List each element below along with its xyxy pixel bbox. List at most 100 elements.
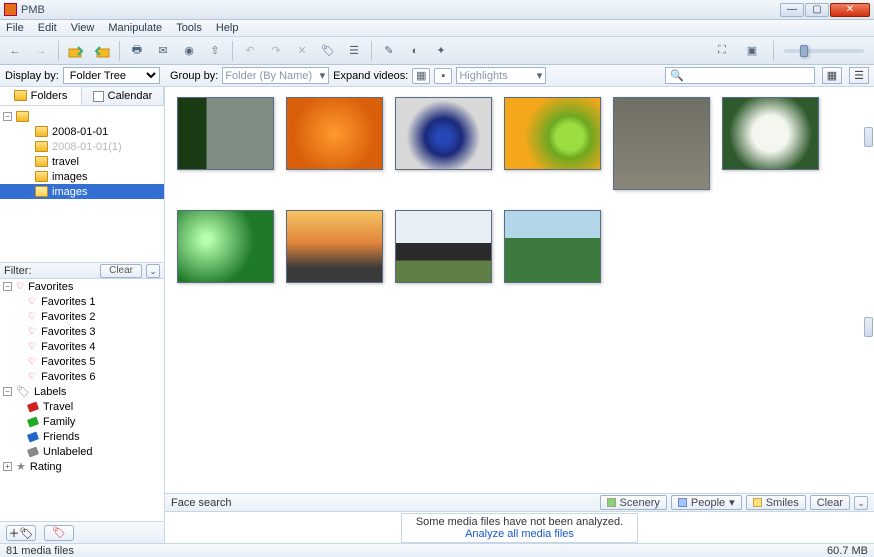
collapse-icon[interactable]: − [3, 112, 12, 121]
filter-clear-button[interactable]: Clear [100, 264, 142, 278]
collapse-icon[interactable]: − [3, 282, 12, 291]
highlights-select[interactable]: Highlights [456, 67, 546, 84]
forward-button[interactable]: → [30, 40, 52, 62]
thumbnail[interactable] [613, 97, 710, 190]
tree-root[interactable]: − [0, 109, 164, 124]
thumbnail[interactable] [177, 210, 274, 283]
display-by-label: Display by: [5, 70, 59, 82]
group-by-select[interactable]: Folder (By Name) [222, 67, 329, 84]
label-item[interactable]: Unlabeled [0, 444, 164, 459]
expand-videos-on-icon[interactable]: ▦ [412, 68, 430, 84]
favorites-item[interactable]: ♡Favorites 3 [0, 324, 164, 339]
slideshow-button[interactable]: ▣ [741, 40, 763, 62]
menu-manipulate[interactable]: Manipulate [108, 22, 162, 34]
tab-folders[interactable]: Folders [0, 87, 82, 105]
maximize-button[interactable]: ▢ [805, 3, 829, 17]
menu-view[interactable]: View [71, 22, 95, 34]
scroll-marker[interactable] [864, 127, 873, 147]
thumbnail[interactable] [395, 210, 492, 283]
group-by-label: Group by: [170, 70, 218, 82]
expand-icon[interactable]: + [3, 462, 12, 471]
favorites-item-label: Favorites 5 [41, 356, 95, 368]
labels-group-header[interactable]: −🏷Labels [0, 384, 164, 399]
mail-button[interactable]: ✉ [152, 40, 174, 62]
menu-edit[interactable]: Edit [38, 22, 57, 34]
face-clear-button[interactable]: Clear [810, 495, 850, 510]
thumbnail[interactable] [504, 210, 601, 283]
expand-videos-label: Expand videos: [333, 70, 408, 82]
thumbnail-grid [165, 87, 874, 493]
print-button[interactable]: 🖶 [126, 40, 148, 62]
options-row: Display by: Folder Tree Group by: Folder… [0, 65, 874, 87]
search-input[interactable]: 🔍 [665, 67, 815, 84]
rating-label: Rating [30, 461, 62, 473]
rotate-left-button[interactable]: ↶ [239, 40, 261, 62]
favorites-item[interactable]: ♡Favorites 6 [0, 369, 164, 384]
view-details-button[interactable]: ☰ [849, 67, 869, 84]
fullscreen-button[interactable]: ⛶ [711, 40, 733, 62]
thumbnail[interactable] [177, 97, 274, 170]
delete-button[interactable]: ✕ [291, 40, 313, 62]
remove-label-button[interactable]: 🏷 [44, 525, 74, 541]
back-button[interactable]: ← [4, 40, 26, 62]
thumbnail[interactable] [504, 97, 601, 170]
rating-group-header[interactable]: +★Rating [0, 459, 164, 474]
favorites-item[interactable]: ♡Favorites 2 [0, 309, 164, 324]
favorites-label: Favorites [28, 281, 73, 293]
tree-item-selected[interactable]: images [0, 184, 164, 199]
window-title: PMB [21, 4, 779, 16]
close-button[interactable]: ✕ [830, 3, 870, 17]
menu-tools[interactable]: Tools [176, 22, 202, 34]
effects-button[interactable]: ✦ [430, 40, 452, 62]
label-item[interactable]: Travel [0, 399, 164, 414]
scenery-filter-button[interactable]: Scenery [600, 495, 667, 510]
minimize-button[interactable]: — [780, 3, 804, 17]
menu-file[interactable]: File [6, 22, 24, 34]
menubar: File Edit View Manipulate Tools Help [0, 20, 874, 37]
filter-title: Filter: [4, 265, 96, 277]
rotate-right-button[interactable]: ↷ [265, 40, 287, 62]
filter-toggle-button[interactable]: ☰ [343, 40, 365, 62]
tree-item[interactable]: 2008-01-01 [0, 124, 164, 139]
filter-collapse-button[interactable]: ⌄ [146, 264, 160, 278]
favorites-item[interactable]: ♡Favorites 1 [0, 294, 164, 309]
tree-item-label: 2008-01-01 [52, 126, 108, 138]
analyze-link[interactable]: Analyze all media files [465, 528, 574, 540]
label-item[interactable]: Family [0, 414, 164, 429]
tree-item[interactable]: travel [0, 154, 164, 169]
import-button[interactable] [65, 40, 87, 62]
view-thumbnails-button[interactable]: ▦ [822, 67, 842, 84]
label-item[interactable]: Friends [0, 429, 164, 444]
face-collapse-button[interactable]: ⌄ [854, 496, 868, 510]
adjust-button[interactable]: ◐ [404, 40, 426, 62]
scroll-marker[interactable] [864, 317, 873, 337]
collapse-icon[interactable]: − [3, 387, 12, 396]
export-button[interactable] [91, 40, 113, 62]
display-by-select[interactable]: Folder Tree [63, 67, 160, 84]
tag-button[interactable]: 🏷 [317, 40, 339, 62]
people-filter-button[interactable]: People▾ [671, 495, 742, 510]
favorites-item[interactable]: ♡Favorites 5 [0, 354, 164, 369]
upload-button[interactable]: ⇧ [204, 40, 226, 62]
face-search-label: Face search [171, 497, 232, 509]
heart-icon: ♡ [16, 281, 24, 292]
favorites-item[interactable]: ♡Favorites 4 [0, 339, 164, 354]
tree-item[interactable]: images [0, 169, 164, 184]
toolbar: ← → 🖶 ✉ ◉ ⇧ ↶ ↷ ✕ 🏷 ☰ ✎ ◐ ✦ ⛶ ▣ [0, 37, 874, 65]
menu-help[interactable]: Help [216, 22, 239, 34]
tree-item-label: images [52, 171, 87, 183]
expand-videos-off-icon[interactable]: ▪ [434, 68, 452, 84]
thumb-size-slider[interactable] [784, 49, 864, 53]
thumbnail[interactable] [286, 210, 383, 283]
thumbnail[interactable] [395, 97, 492, 170]
folder-icon [35, 126, 48, 137]
thumbnail[interactable] [722, 97, 819, 170]
tab-calendar[interactable]: Calendar [82, 87, 164, 105]
add-label-button[interactable]: ＋🏷 [6, 525, 36, 541]
favorites-group-header[interactable]: −♡ Favorites [0, 279, 164, 294]
smiles-filter-button[interactable]: Smiles [746, 495, 806, 510]
tree-item[interactable]: 2008-01-01(1) [0, 139, 164, 154]
thumbnail[interactable] [286, 97, 383, 170]
disc-button[interactable]: ◉ [178, 40, 200, 62]
crop-button[interactable]: ✎ [378, 40, 400, 62]
